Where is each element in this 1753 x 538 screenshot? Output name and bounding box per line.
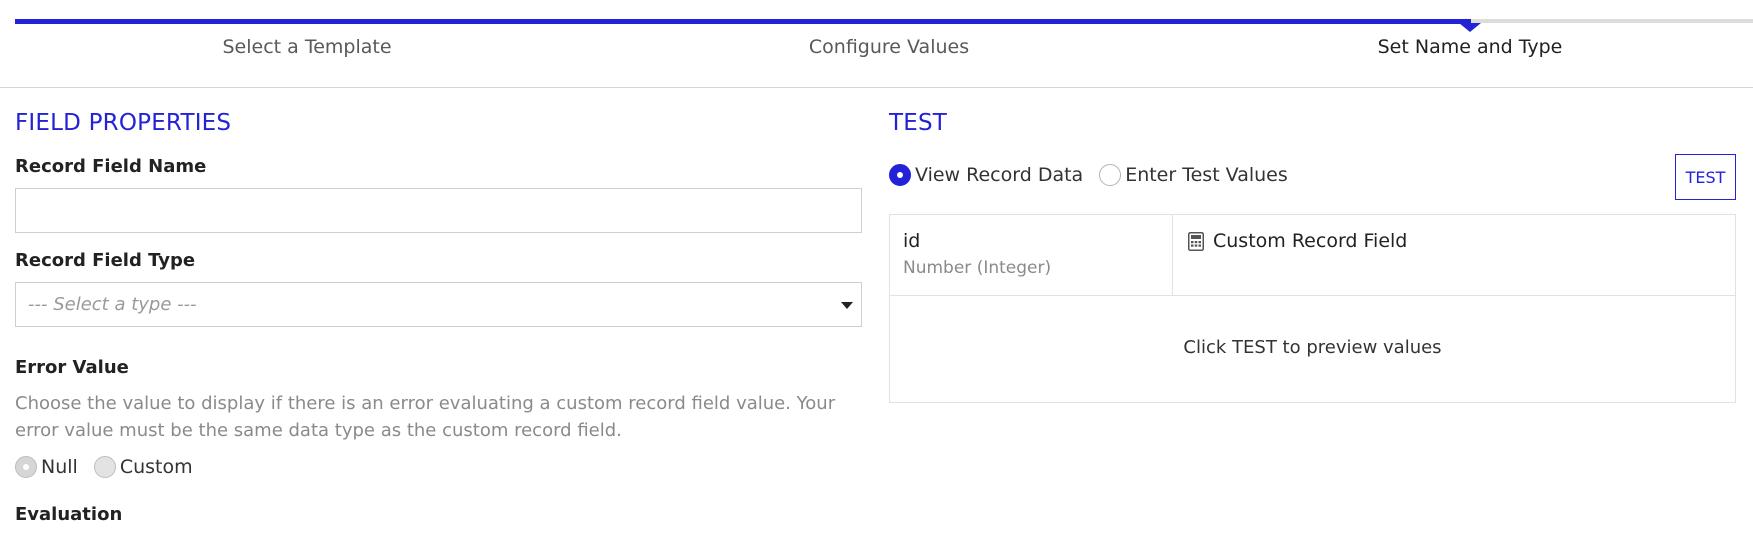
error-custom-label: Custom bbox=[119, 456, 193, 478]
preview-table-header: id Number (Integer) Custom Record Field bbox=[890, 215, 1735, 296]
error-null-label: Null bbox=[41, 456, 78, 478]
record-field-type-select[interactable]: --- Select a type --- bbox=[15, 282, 862, 327]
test-title: TEST bbox=[889, 110, 948, 136]
error-value-help-text: Choose the value to display if there is … bbox=[15, 393, 836, 441]
calculator-icon bbox=[1188, 232, 1204, 251]
view-record-data-radio[interactable] bbox=[889, 164, 911, 186]
step-select-template[interactable]: Select a Template bbox=[222, 36, 391, 58]
column-divider bbox=[1172, 215, 1173, 296]
column-id-type: Number (Integer) bbox=[903, 258, 1052, 278]
step-configure-values[interactable]: Configure Values bbox=[809, 36, 969, 58]
preview-empty-message: Click TEST to preview values bbox=[1183, 337, 1442, 358]
error-value-label: Error Value bbox=[15, 357, 129, 378]
enter-test-values-radio[interactable] bbox=[1099, 164, 1122, 186]
error-null-radio[interactable] bbox=[15, 456, 37, 478]
error-custom-radio[interactable] bbox=[93, 456, 116, 478]
evaluation-label: Evaluation bbox=[15, 504, 123, 525]
wizard-stepper: Select a Template Configure Values Set N… bbox=[0, 0, 1753, 88]
test-preview-table: id Number (Integer) Custom Record Field … bbox=[889, 214, 1736, 403]
error-value-radio-group: Null Custom bbox=[15, 456, 209, 478]
step-set-name-and-type[interactable]: Set Name and Type bbox=[1378, 36, 1563, 58]
test-button[interactable]: TEST bbox=[1675, 154, 1736, 200]
column-id-name: id bbox=[903, 230, 921, 252]
record-field-type-placeholder: --- Select a type --- bbox=[28, 294, 197, 315]
enter-test-values-label: Enter Test Values bbox=[1125, 164, 1288, 186]
test-mode-radio-group: View Record Data Enter Test Values bbox=[889, 164, 1304, 186]
field-properties-title: FIELD PROPERTIES bbox=[15, 110, 232, 136]
column-custom-record-field-name: Custom Record Field bbox=[1213, 230, 1408, 252]
view-record-data-label: View Record Data bbox=[915, 164, 1084, 186]
stepper-progress-bar bbox=[15, 19, 1471, 24]
caret-down-icon bbox=[841, 302, 853, 309]
active-step-marker-icon bbox=[1459, 23, 1481, 32]
custom-record-field-wizard: Select a Template Configure Values Set N… bbox=[0, 0, 1753, 538]
record-field-name-label: Record Field Name bbox=[15, 156, 207, 177]
record-field-name-input[interactable] bbox=[15, 188, 862, 233]
record-field-type-label: Record Field Type bbox=[15, 250, 196, 271]
